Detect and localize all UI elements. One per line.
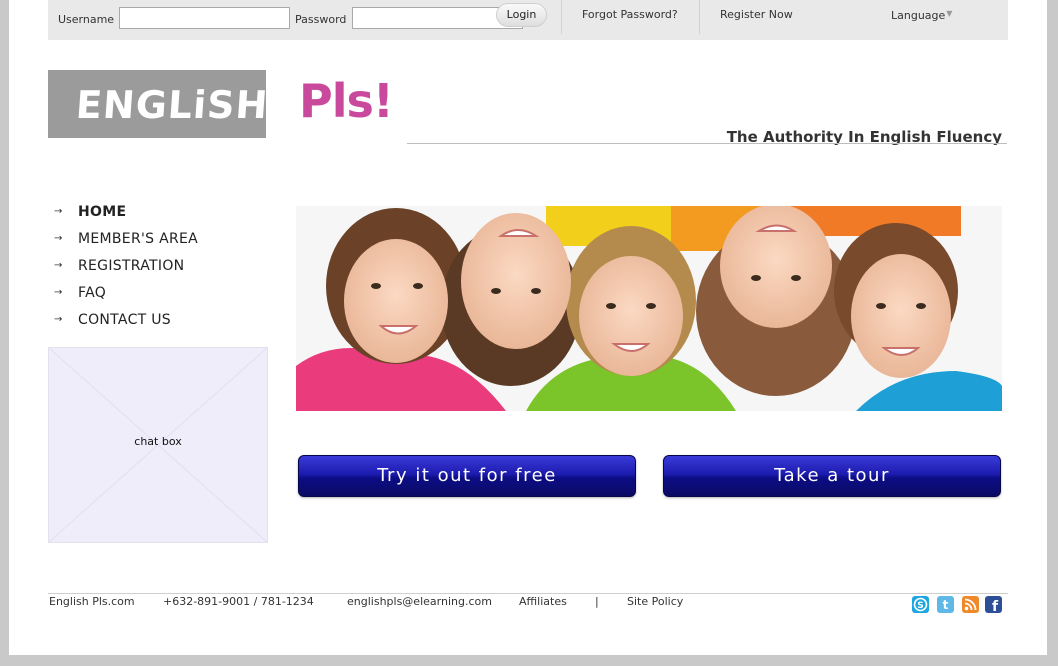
chevron-down-icon: ▼ bbox=[946, 9, 953, 18]
nav-item-faq[interactable]: → FAQ bbox=[54, 279, 198, 306]
divider bbox=[407, 143, 1007, 144]
footer-affiliates-link[interactable]: Affiliates bbox=[519, 595, 567, 608]
forgot-password-link[interactable]: Forgot Password? bbox=[582, 8, 678, 21]
login-button[interactable]: Login bbox=[496, 3, 547, 27]
rss-icon[interactable] bbox=[962, 596, 979, 613]
footer-phone: +632-891-9001 / 781-1234 bbox=[163, 595, 314, 608]
footer-site-name: English Pls.com bbox=[49, 595, 135, 608]
login-bar: Username Password Login Forgot Password?… bbox=[48, 0, 1008, 40]
arrow-right-icon: → bbox=[54, 206, 63, 217]
nav-item-label: FAQ bbox=[78, 284, 107, 301]
skype-icon[interactable]: S bbox=[912, 596, 929, 613]
twitter-icon[interactable]: t bbox=[937, 596, 954, 613]
logo-english-text: ENGLiSH bbox=[74, 83, 270, 127]
nav-item-label: REGISTRATION bbox=[78, 257, 185, 274]
password-label: Password bbox=[295, 13, 347, 26]
nav-item-label: HOME bbox=[78, 203, 127, 220]
topbar-divider bbox=[561, 0, 562, 34]
nav-item-members-area[interactable]: → MEMBER'S AREA bbox=[54, 225, 198, 252]
hero-image bbox=[296, 206, 1002, 411]
nav-item-label: CONTACT US bbox=[78, 311, 171, 328]
page: Username Password Login Forgot Password?… bbox=[9, 0, 1047, 655]
username-label: Username bbox=[58, 13, 115, 26]
topbar-divider bbox=[699, 0, 700, 34]
arrow-right-icon: → bbox=[54, 287, 63, 298]
chat-box[interactable]: chat box bbox=[48, 347, 268, 543]
svg-text:t: t bbox=[943, 598, 949, 612]
footer-separator: | bbox=[595, 595, 599, 608]
nav-item-registration[interactable]: → REGISTRATION bbox=[54, 252, 198, 279]
facebook-icon[interactable]: f bbox=[985, 596, 1002, 615]
chat-box-label: chat box bbox=[134, 435, 182, 448]
nav-item-home[interactable]: → HOME bbox=[54, 198, 198, 225]
footer-divider bbox=[48, 593, 1008, 594]
svg-text:S: S bbox=[917, 601, 923, 611]
arrow-right-icon: → bbox=[54, 260, 63, 271]
main-nav: → HOME → MEMBER'S AREA → REGISTRATION → … bbox=[54, 198, 198, 333]
username-input[interactable] bbox=[119, 7, 290, 29]
footer-email[interactable]: englishpls@elearning.com bbox=[347, 595, 492, 608]
language-selector[interactable]: Language▼ bbox=[891, 9, 952, 22]
svg-text:f: f bbox=[992, 599, 999, 613]
logo-pls: Pls! bbox=[299, 74, 394, 128]
arrow-right-icon: → bbox=[54, 233, 63, 244]
language-label: Language bbox=[891, 9, 946, 22]
logo-english[interactable]: ENGLiSH bbox=[48, 70, 270, 138]
arrow-right-icon: → bbox=[54, 314, 63, 325]
register-now-link[interactable]: Register Now bbox=[720, 8, 793, 21]
try-free-button[interactable]: Try it out for free bbox=[298, 455, 636, 497]
nav-item-label: MEMBER'S AREA bbox=[78, 230, 198, 247]
nav-item-contact-us[interactable]: → CONTACT US bbox=[54, 306, 198, 333]
take-tour-button[interactable]: Take a tour bbox=[663, 455, 1001, 497]
children-photo bbox=[296, 206, 1002, 411]
footer-site-policy-link[interactable]: Site Policy bbox=[627, 595, 683, 608]
